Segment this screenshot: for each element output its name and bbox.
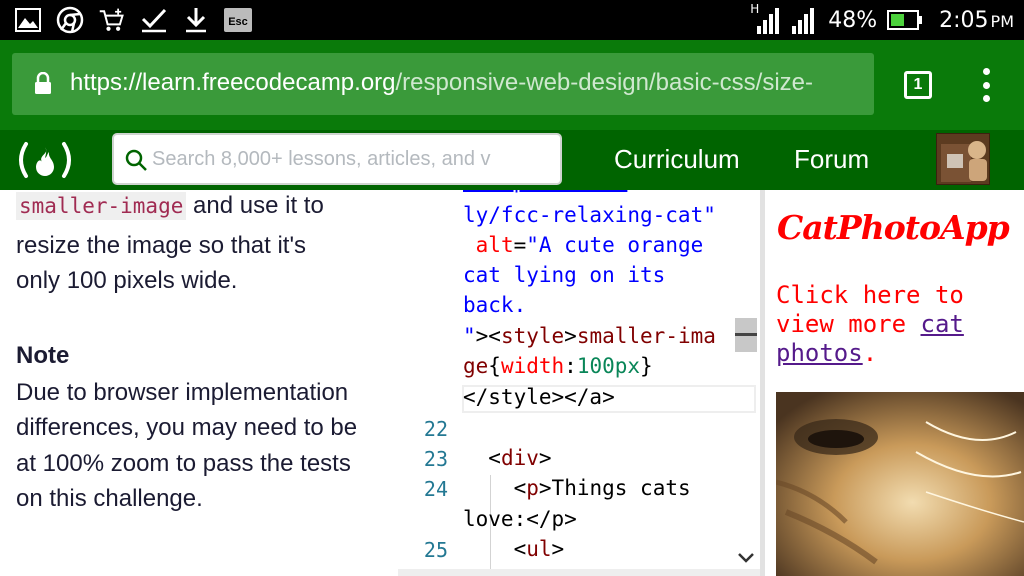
- battery-icon: [887, 9, 923, 31]
- code-line: <div>: [488, 446, 552, 470]
- url-path: /responsive-web-design/basic-css/size-: [395, 69, 814, 96]
- cart-icon: [98, 6, 126, 34]
- line-number: 25: [423, 538, 448, 562]
- search-icon: [124, 148, 148, 176]
- preview-text-end: .: [862, 339, 878, 367]
- search-input[interactable]: [152, 143, 512, 175]
- fcc-logo-icon[interactable]: [14, 140, 76, 180]
- line-number: 24: [423, 477, 448, 501]
- tab-switcher-button[interactable]: 1: [904, 71, 932, 99]
- line-number: 23: [423, 447, 448, 471]
- image-icon: [14, 6, 42, 34]
- instruction-line-3: only 100 pixels wide.: [16, 267, 238, 294]
- line-number: 22: [423, 417, 448, 441]
- code-editor[interactable]: 22 23 24 25 hhttps://bit. ly/fcc-relaxin…: [380, 190, 760, 576]
- status-bar: Esc H 48% 2:05 PM: [0, 0, 1024, 40]
- svg-text:Esc: Esc: [228, 16, 248, 28]
- nav-forum-link[interactable]: Forum: [794, 144, 869, 175]
- code-line: "><style>smaller-ima: [463, 324, 716, 348]
- instruction-text: and use it to: [186, 192, 324, 219]
- status-right: H 48% 2:05 PM: [750, 2, 1014, 36]
- clock-ampm: PM: [990, 11, 1014, 31]
- instructions-pane: smaller-image and use it to resize the i…: [0, 190, 380, 576]
- fcc-navbar: Curriculum Forum: [0, 130, 1024, 190]
- esc-icon: Esc: [224, 6, 252, 34]
- code-line: hhttps://bit.: [463, 190, 627, 196]
- signal-icon-2: [790, 4, 818, 36]
- cat-photo[interactable]: [776, 392, 1024, 576]
- address-bar[interactable]: https://learn.freecodecamp.org/responsiv…: [12, 53, 874, 115]
- search-bar[interactable]: [112, 133, 562, 185]
- scroll-position-marker: [735, 333, 757, 336]
- editor-scrollbar[interactable]: [734, 190, 758, 576]
- code-line: love:</p>: [463, 507, 577, 531]
- signal-icon: H: [750, 2, 780, 36]
- code-line: <p>Things cats: [513, 476, 691, 500]
- note-text: Due to browser implementation difference…: [16, 379, 358, 512]
- url-text[interactable]: https://learn.freecodecamp.org/responsiv…: [70, 69, 870, 97]
- clock-time: 2:05: [939, 7, 989, 33]
- code-line: ge{width:100px}: [463, 354, 653, 378]
- preview-title: CatPhotoApp: [777, 208, 1010, 247]
- clock: 2:05 PM: [939, 8, 1014, 33]
- url-host: https://learn.freecodecamp.org: [70, 69, 396, 96]
- browser-toolbar: https://learn.freecodecamp.org/responsiv…: [0, 40, 1024, 130]
- code-line: back.: [463, 293, 527, 317]
- instruction-line-2: resize the image so that it's: [16, 232, 307, 259]
- code-term: smaller-image: [16, 192, 187, 220]
- code-line: alt="A cute orange: [475, 233, 704, 257]
- code-line: ly/fcc-relaxing-cat": [463, 203, 716, 227]
- instruction-line: smaller-image and use it to: [16, 192, 324, 220]
- code-line: cat lying on its: [463, 263, 666, 287]
- chevron-down-icon[interactable]: [736, 550, 756, 570]
- note-heading: Note: [16, 342, 70, 369]
- battery-percent: 48%: [828, 7, 878, 33]
- chrome-icon: [56, 6, 84, 34]
- preview-pane: CatPhotoApp Click here to view more cat …: [765, 190, 1024, 576]
- notification-icons: Esc: [14, 6, 252, 34]
- code-line: <ul>: [513, 537, 565, 561]
- code-area[interactable]: hhttps://bit. ly/fcc-relaxing-cat" alt="…: [463, 190, 755, 576]
- nav-curriculum-link[interactable]: Curriculum: [614, 144, 740, 175]
- overflow-menu-icon[interactable]: [978, 68, 994, 102]
- avatar[interactable]: [936, 133, 990, 185]
- download-icon: [182, 6, 210, 34]
- preview-paragraph: Click here to view more cat photos.: [776, 281, 1016, 368]
- code-line: </style></a>: [463, 385, 615, 409]
- lock-icon: [34, 71, 52, 98]
- check-icon: [140, 6, 168, 34]
- horizontal-scrollbar[interactable]: [398, 569, 760, 576]
